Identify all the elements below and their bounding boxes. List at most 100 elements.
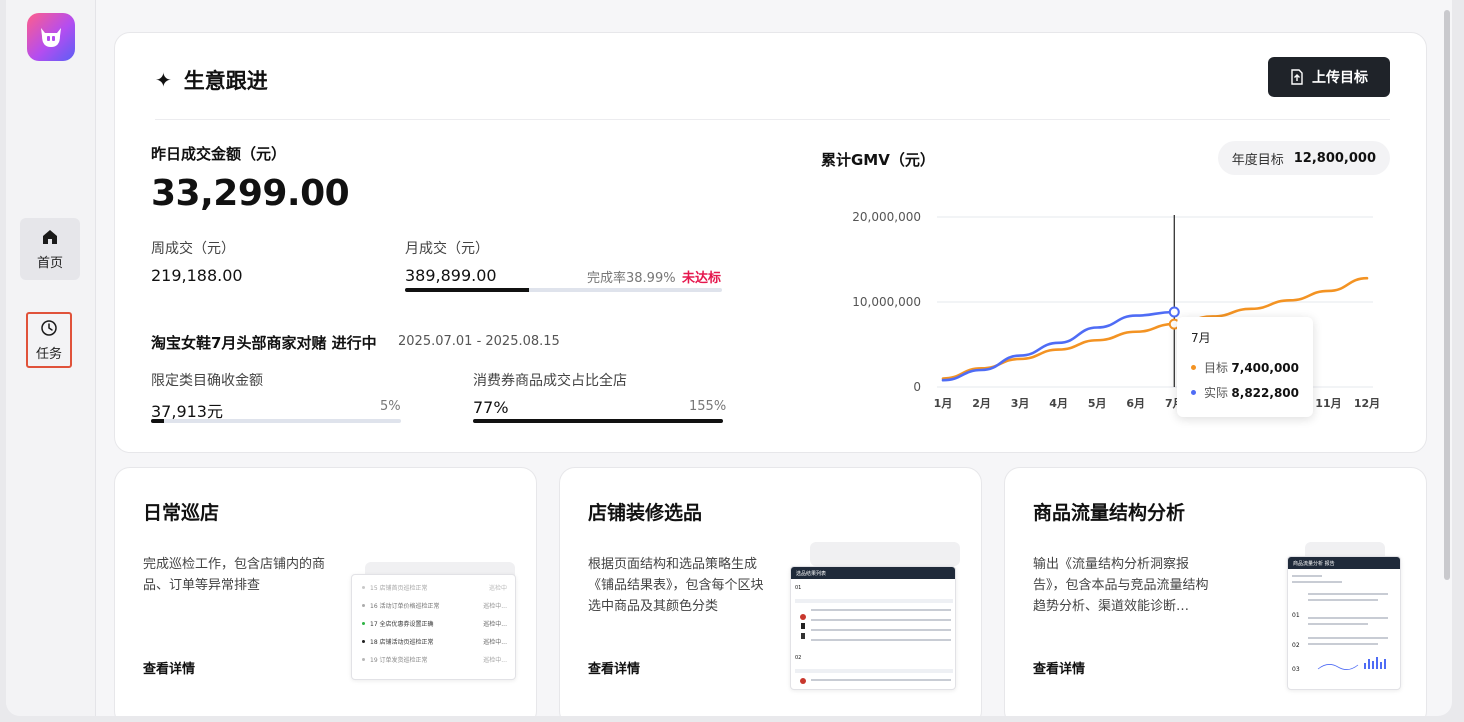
tooltip-row-target: 目标 7,400,000 bbox=[1191, 359, 1299, 376]
month-progress-bar bbox=[405, 288, 722, 292]
svg-text:03: 03 bbox=[1292, 666, 1300, 673]
view-details-link[interactable]: 查看详情 bbox=[588, 658, 640, 677]
bull-logo-icon bbox=[41, 28, 61, 47]
week-label: 周成交（元） bbox=[151, 241, 235, 257]
tooltip-row-actual: 实际 8,822,800 bbox=[1191, 384, 1299, 401]
page-scrollbar[interactable] bbox=[1444, 10, 1450, 580]
tooltip-month: 7月 bbox=[1191, 331, 1211, 345]
chart-tooltip: 7月 目标 7,400,000 实际 8,822,800 bbox=[1177, 317, 1313, 417]
x-tick-label: 1月 bbox=[934, 397, 953, 410]
metric2-progress-fill bbox=[473, 419, 723, 423]
annual-goal-label: 年度目标 bbox=[1231, 152, 1284, 168]
product-table-preview: 01 02 bbox=[795, 585, 953, 684]
home-icon bbox=[43, 229, 57, 244]
metric2-progress-bar bbox=[473, 419, 723, 423]
card-title: 店铺装修选品 bbox=[588, 502, 703, 524]
thumbnail-header: 选品结果列表 bbox=[791, 567, 955, 579]
checklist-status: 巡检中... bbox=[483, 639, 507, 646]
bullet-icon bbox=[362, 622, 365, 625]
hover-point bbox=[1168, 306, 1180, 318]
actual-dot-icon bbox=[1191, 390, 1196, 395]
card-store-decoration[interactable]: 店铺装修选品 根据页面结构和选品策略生成《铺品结果表》，包含每个区块选中商品及其… bbox=[559, 467, 982, 716]
checklist-text: 17 全店优惠券设置正确 bbox=[370, 621, 434, 628]
x-tick-label: 3月 bbox=[1011, 397, 1030, 410]
metric1-progress-bar bbox=[151, 419, 401, 423]
checklist-row: 19 订单发货巡检正常 巡检中... bbox=[362, 655, 507, 664]
checklist-text: 16 活动订单价格巡检正常 bbox=[370, 603, 440, 610]
traffic-report-thumbnail: 商品流量分析 报告 01 02 03 bbox=[1287, 556, 1401, 690]
sparkle-icon: ✦ bbox=[155, 68, 172, 92]
month-rate: 完成率38.99% bbox=[587, 271, 676, 286]
svg-text:02: 02 bbox=[795, 655, 801, 661]
x-tick-label: 6月 bbox=[1126, 397, 1145, 410]
x-tick-label: 4月 bbox=[1049, 397, 1068, 410]
clock-icon bbox=[41, 319, 57, 336]
tooltip-target-value: 7,400,000 bbox=[1231, 360, 1299, 375]
x-tick-label: 2月 bbox=[972, 397, 991, 410]
nav-home[interactable]: 首页 bbox=[20, 218, 80, 280]
view-details-link[interactable]: 查看详情 bbox=[1033, 658, 1085, 677]
app-logo[interactable] bbox=[27, 13, 75, 61]
checklist-row: 16 活动订单价格巡检正常 巡检中... bbox=[362, 601, 507, 610]
header-divider bbox=[155, 119, 1390, 120]
tooltip-actual-value: 8,822,800 bbox=[1231, 385, 1299, 400]
thumbnail-header: 商品流量分析 报告 bbox=[1288, 557, 1400, 569]
upload-file-icon bbox=[1291, 69, 1303, 85]
nav-task[interactable]: 任务 bbox=[26, 312, 72, 368]
card-daily-patrol[interactable]: 日常巡店 完成巡检工作，包含店铺内的商品、订单等异常排查 查看详情 15 店铺首… bbox=[114, 467, 537, 716]
bullet-icon bbox=[362, 586, 365, 589]
yesterday-label: 昨日成交金额（元） bbox=[151, 145, 287, 163]
page-title: ✦ 生意跟进 bbox=[155, 65, 268, 95]
metric1-label: 限定类目确收金额 bbox=[151, 373, 263, 389]
month-status-badge: 未达标 bbox=[682, 271, 722, 286]
bullet-icon bbox=[362, 658, 365, 661]
card-description: 输出《流量结构分析洞察报告》，包含本品与竞品流量结构趋势分析、渠道效能诊断… bbox=[1033, 557, 1209, 614]
bullet-icon bbox=[362, 640, 365, 643]
card-description: 根据页面结构和选品策略生成《铺品结果表》，包含每个区块选中商品及其颜色分类 bbox=[588, 557, 764, 614]
card-title: 日常巡店 bbox=[143, 502, 220, 524]
tooltip-target-name: 目标 bbox=[1204, 361, 1229, 375]
metric1-progress-fill bbox=[151, 419, 164, 423]
upload-goal-label: 上传目标 bbox=[1312, 70, 1368, 86]
tooltip-actual-name: 实际 bbox=[1204, 386, 1229, 400]
annual-goal-pill: 年度目标 12,800,000 bbox=[1217, 141, 1390, 175]
target-dot-icon bbox=[1191, 365, 1196, 370]
week-value: 219,188.00 bbox=[151, 266, 243, 285]
nav-home-label: 首页 bbox=[36, 255, 63, 271]
svg-text:02: 02 bbox=[1292, 642, 1300, 649]
checklist-text: 18 店铺活动页巡检正常 bbox=[370, 639, 434, 646]
metric1-pct: 5% bbox=[380, 399, 401, 414]
event-title: 淘宝女鞋7月头部商家对赌 进行中 bbox=[151, 334, 377, 352]
card-title: 商品流量结构分析 bbox=[1033, 502, 1186, 524]
month-value: 389,899.00 bbox=[405, 266, 497, 285]
checklist-text: 19 订单发货巡检正常 bbox=[370, 657, 428, 664]
y-tick-label: 0 bbox=[913, 380, 921, 394]
page-title-text: 生意跟进 bbox=[183, 69, 268, 93]
checklist-row: 17 全店优惠券设置正确 巡检中... bbox=[362, 619, 507, 628]
series-line-actual bbox=[941, 310, 1176, 382]
gmv-chart-title: 累计GMV（元） bbox=[821, 151, 935, 169]
app-window: 首页 任务 ✦ 生意跟进 上传目标 昨日成交金额（元） 33,299.00 周成… bbox=[6, 0, 1452, 716]
checklist-status: 巡检中 bbox=[488, 585, 507, 592]
thumbnail-backdrop bbox=[810, 542, 960, 566]
card-traffic-analysis[interactable]: 商品流量结构分析 输出《流量结构分析洞察报告》，包含本品与竞品流量结构趋势分析、… bbox=[1004, 467, 1427, 716]
y-tick-label: 10,000,000 bbox=[852, 295, 921, 309]
view-details-link[interactable]: 查看详情 bbox=[143, 658, 195, 677]
checklist-status: 巡检中... bbox=[483, 603, 507, 610]
product-table-thumbnail: 选品结果列表 01 02 bbox=[790, 566, 956, 690]
y-tick-label: 20,000,000 bbox=[852, 210, 921, 224]
month-progress-fill bbox=[405, 288, 529, 292]
checklist-status: 巡检中... bbox=[483, 621, 507, 628]
metric2-pct: 155% bbox=[689, 399, 727, 414]
nav-task-label: 任务 bbox=[35, 346, 62, 362]
bullet-icon bbox=[362, 604, 365, 607]
business-tracking-card: ✦ 生意跟进 上传目标 昨日成交金额（元） 33,299.00 周成交（元） 2… bbox=[114, 32, 1427, 453]
metric2-label: 消费券商品成交占比全店 bbox=[473, 373, 627, 389]
checklist-status: 巡检中... bbox=[483, 657, 507, 664]
upload-goal-button[interactable]: 上传目标 bbox=[1268, 57, 1390, 97]
yesterday-value: 33,299.00 bbox=[151, 173, 350, 214]
checklist-row: 18 店铺活动页巡检正常 巡检中... bbox=[362, 637, 507, 646]
sidebar: 首页 任务 bbox=[6, 0, 96, 716]
svg-text:01: 01 bbox=[1292, 612, 1300, 619]
annual-goal-value: 12,800,000 bbox=[1293, 150, 1376, 166]
